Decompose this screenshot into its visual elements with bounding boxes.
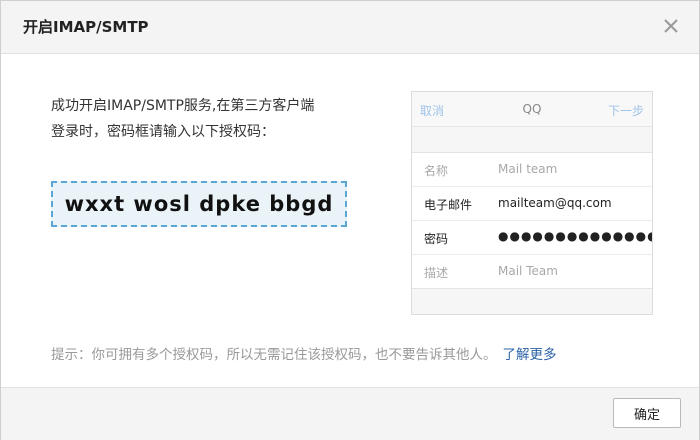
form-row-label: 描述 bbox=[424, 266, 449, 280]
form-row-email: 电子邮件 mailteam@qq.com bbox=[412, 187, 652, 221]
learn-more-link[interactable]: 了解更多 bbox=[503, 347, 557, 363]
dialog-titlebar: 开启IMAP/SMTP bbox=[1, 1, 699, 54]
hint-line: 提示：你可拥有多个授权码，所以无需记住该授权码，也不要告诉其他人。 了解更多 bbox=[51, 343, 557, 363]
form-row-value: Mail team bbox=[498, 162, 558, 176]
phone-nav-bar: 取消 QQ 下一步 bbox=[412, 92, 652, 127]
auth-code-box: wxxt wosl dpke bbgd bbox=[51, 181, 347, 227]
form-row-value: ●●●●●●●●●●●●●●●● bbox=[498, 229, 652, 243]
form-row-label: 名称 bbox=[424, 164, 449, 178]
close-icon[interactable] bbox=[663, 18, 679, 34]
phone-account-form: 名称 Mail team 电子邮件 mailteam@qq.com 密码 ●●●… bbox=[412, 152, 652, 289]
phone-nav-next: 下一步 bbox=[607, 104, 644, 118]
dialog-title: 开启IMAP/SMTP bbox=[23, 18, 149, 36]
form-row-value: mailteam@qq.com bbox=[498, 196, 612, 210]
form-row-password: 密码 ●●●●●●●●●●●●●●●● bbox=[412, 221, 652, 255]
form-row-label: 密码 bbox=[424, 232, 449, 246]
client-login-illustration: 取消 QQ 下一步 名称 Mail team 电子邮件 mailteam@qq.… bbox=[411, 91, 653, 315]
form-row-description: 描述 Mail Team bbox=[412, 255, 652, 288]
ok-button[interactable]: 确定 bbox=[613, 398, 681, 428]
intro-text: 成功开启IMAP/SMTP服务,在第三方客户端 登录时，密码框请输入以下授权码： bbox=[51, 98, 315, 140]
hint-text: 提示：你可拥有多个授权码，所以无需记住该授权码，也不要告诉其他人。 bbox=[51, 347, 497, 363]
form-row-name: 名称 Mail team bbox=[412, 153, 652, 187]
form-row-label: 电子邮件 bbox=[424, 198, 473, 212]
form-row-value: Mail Team bbox=[498, 264, 558, 278]
dialog-footer: 确定 bbox=[1, 387, 699, 440]
imap-smtp-dialog: 开启IMAP/SMTP 成功开启IMAP/SMTP服务,在第三方客户端 登录时，… bbox=[0, 0, 700, 440]
